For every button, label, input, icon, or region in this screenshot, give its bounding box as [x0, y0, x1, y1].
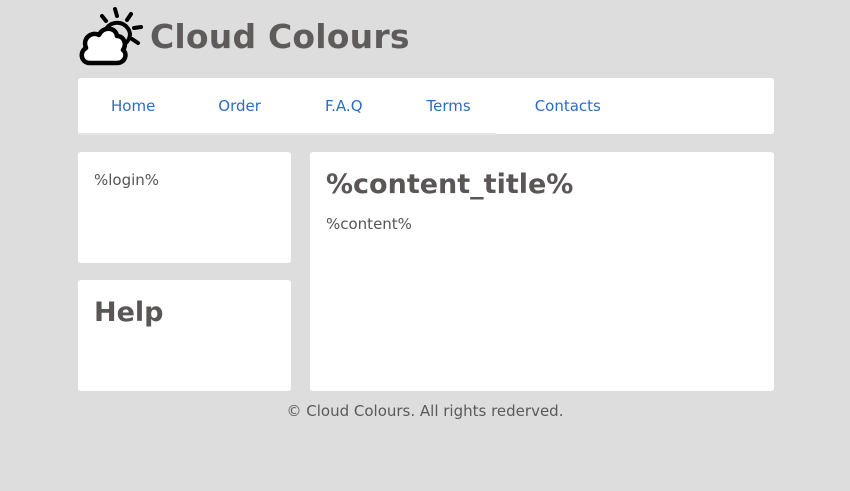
- nav-item-contacts[interactable]: Contacts: [535, 97, 601, 115]
- content-body: %content%: [326, 215, 412, 233]
- site-header: Cloud Colours: [78, 5, 410, 67]
- footer-copyright: © Cloud Colours. All rights rederved.: [286, 402, 564, 420]
- content-title: %content_title%: [326, 169, 574, 200]
- login-placeholder: %login%: [94, 171, 160, 189]
- help-panel: Help: [78, 280, 291, 391]
- site-title: Cloud Colours: [150, 16, 410, 56]
- nav-item-home[interactable]: Home: [111, 97, 155, 115]
- nav-item-faq[interactable]: F.A.Q: [325, 97, 363, 115]
- nav-underline: [78, 133, 496, 135]
- nav-item-order[interactable]: Order: [218, 97, 261, 115]
- nav-item-terms[interactable]: Terms: [427, 97, 471, 115]
- main-nav: Home Order F.A.Q Terms Contacts: [78, 78, 774, 135]
- content-panel: %content_title% %content%: [310, 152, 774, 391]
- help-title: Help: [94, 297, 164, 328]
- login-panel: %login%: [78, 152, 291, 263]
- cloud-sun-icon: [79, 7, 143, 66]
